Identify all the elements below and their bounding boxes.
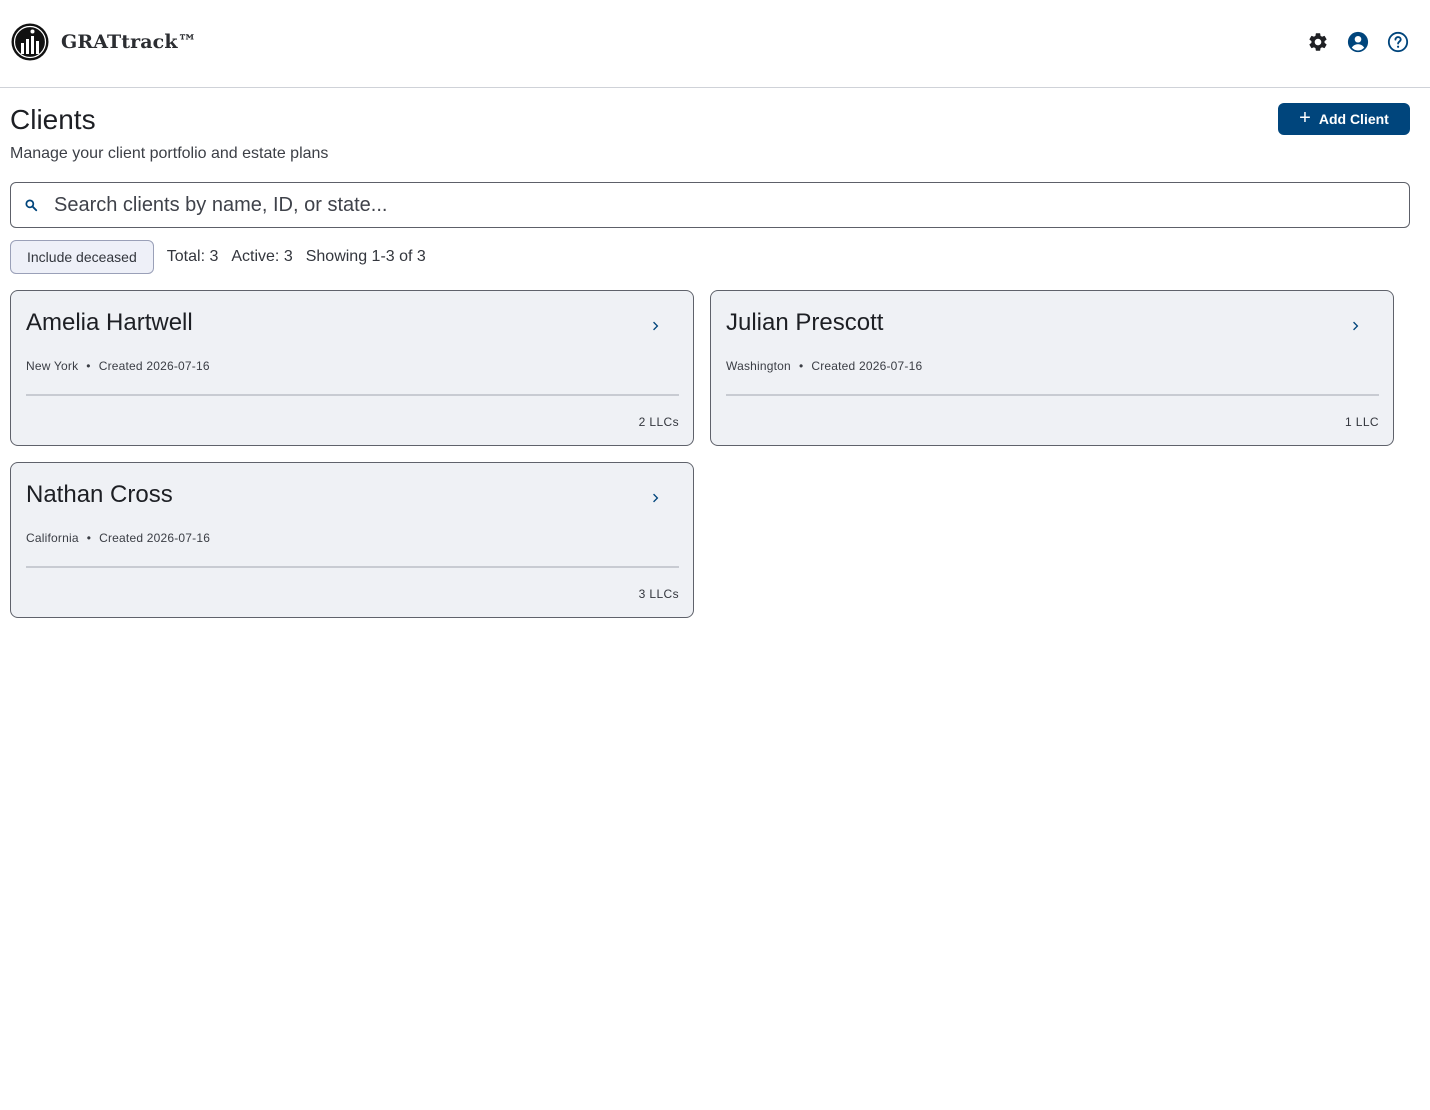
- help-button[interactable]: [1386, 30, 1410, 54]
- card-divider: [26, 394, 679, 396]
- page-subtitle: Manage your client portfolio and estate …: [10, 145, 329, 162]
- client-created: Created 2026-07-16: [811, 359, 923, 373]
- active-count: Active: 3: [231, 248, 293, 265]
- search-box[interactable]: [10, 182, 1410, 228]
- client-card[interactable]: Julian Prescott Washington • Created 202…: [710, 290, 1394, 446]
- add-client-button[interactable]: + Add Client: [1278, 103, 1410, 135]
- account-circle-icon: [1347, 31, 1369, 53]
- client-name: Nathan Cross: [26, 481, 173, 508]
- brand[interactable]: GRATtrack™: [10, 22, 197, 62]
- chevron-right-icon[interactable]: [1349, 319, 1363, 333]
- plus-icon: +: [1299, 107, 1311, 129]
- total-count: Total: 3: [166, 248, 219, 265]
- client-meta: New York • Created 2026-07-16: [26, 359, 210, 373]
- settings-button[interactable]: [1306, 30, 1330, 54]
- app-name: GRATtrack™: [61, 31, 197, 53]
- client-card[interactable]: Amelia Hartwell New York • Created 2026-…: [10, 290, 694, 446]
- chevron-right-icon[interactable]: [649, 491, 663, 505]
- separator-dot: •: [86, 531, 92, 545]
- client-state: California: [26, 531, 79, 545]
- llc-count: 3 LLCs: [638, 587, 679, 601]
- app-header: GRATtrack™: [0, 0, 1430, 88]
- search-input[interactable]: [54, 185, 1409, 225]
- header-actions: [1306, 30, 1410, 54]
- client-created: Created 2026-07-16: [99, 531, 211, 545]
- card-divider: [726, 394, 1379, 396]
- logo-icon: [11, 23, 49, 61]
- gear-icon: [1309, 33, 1327, 51]
- llc-count: 1 LLC: [1344, 415, 1379, 429]
- separator-dot: •: [86, 359, 91, 373]
- separator-dot: •: [798, 359, 804, 373]
- llc-count: 2 LLCs: [638, 415, 679, 429]
- filter-row: Include deceased Total: 3 Active: 3 Show…: [10, 240, 426, 274]
- client-card[interactable]: Nathan Cross California • Created 2026-0…: [10, 462, 694, 618]
- search-icon: [25, 199, 38, 212]
- client-name: Amelia Hartwell: [26, 309, 193, 336]
- page-title: Clients: [10, 104, 96, 135]
- client-meta: Washington • Created 2026-07-16: [726, 359, 922, 373]
- client-name: Julian Prescott: [726, 309, 884, 336]
- client-meta: California • Created 2026-07-16: [26, 531, 210, 545]
- chevron-right-icon[interactable]: [649, 319, 663, 333]
- client-created: Created 2026-07-16: [98, 359, 210, 373]
- add-client-label: Add Client: [1318, 111, 1389, 127]
- client-state: New York: [26, 359, 79, 373]
- include-deceased-toggle[interactable]: Include deceased: [10, 240, 154, 274]
- account-button[interactable]: [1346, 30, 1370, 54]
- client-state: Washington: [726, 359, 791, 373]
- showing-range: Showing 1-3 of 3: [305, 248, 426, 265]
- card-divider: [26, 566, 679, 568]
- help-circle-icon: [1387, 31, 1409, 53]
